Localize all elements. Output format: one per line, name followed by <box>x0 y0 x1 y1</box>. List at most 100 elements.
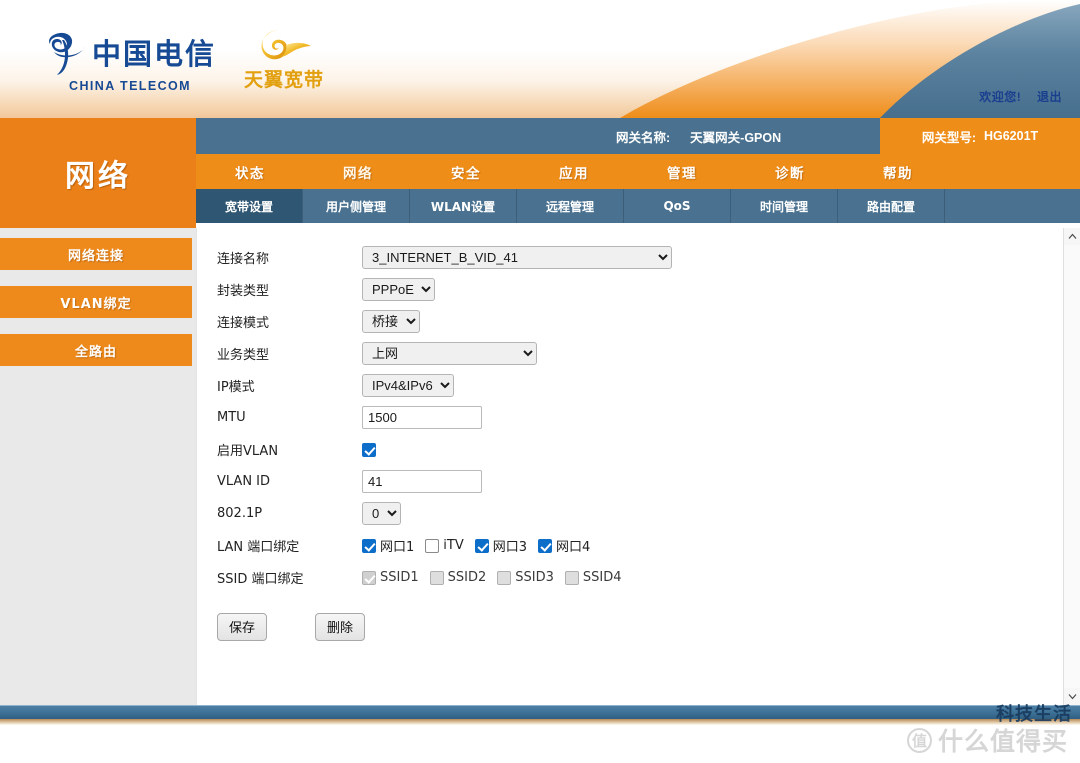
content-scrollbar[interactable] <box>1063 228 1080 705</box>
label-mtu: MTU <box>217 410 246 425</box>
row-mtu: MTU <box>217 402 917 433</box>
nav-item-security[interactable]: 安全 <box>412 154 520 189</box>
left-sidebar: 网络连接 VLAN绑定 全路由 <box>0 228 196 705</box>
logout-link[interactable]: 退出 <box>1037 90 1062 104</box>
lan-port-item-4[interactable]: 网口4 <box>538 536 590 555</box>
ssid-label-1: SSID1 <box>380 570 419 585</box>
ssid-port-binding-group: SSID1 SSID2 SSID3 SSID4 <box>362 570 633 585</box>
row-encapsulation-type: 封装类型 PPPoE <box>217 274 917 305</box>
nav-item-management[interactable]: 管理 <box>628 154 736 189</box>
label-lan-port-binding: LAN 端口绑定 <box>217 540 300 555</box>
mtu-input[interactable] <box>362 406 482 429</box>
top-banner: 中国电信 CHINA TELECOM 天翼宽带 欢迎您! 退出 <box>0 0 1080 118</box>
subnav-item-remote-management[interactable]: 远程管理 <box>517 189 624 223</box>
watermark: 值 什么值得买 <box>906 722 1068 758</box>
gateway-name-label: 网关名称: <box>616 130 671 145</box>
lan-port-item-itv[interactable]: iTV <box>425 538 464 553</box>
subnav-item-time-management[interactable]: 时间管理 <box>731 189 838 223</box>
main-navigation: 状态 网络 安全 应用 管理 诊断 帮助 <box>196 154 1080 189</box>
label-connection-mode: 连接模式 <box>217 316 270 331</box>
nav-item-application[interactable]: 应用 <box>520 154 628 189</box>
ssid-checkbox-4 <box>564 570 579 585</box>
dot1p-select[interactable]: 0 <box>362 502 401 525</box>
ssid-checkbox-2 <box>429 570 444 585</box>
row-connection-name: 连接名称 3_INTERNET_B_VID_41 <box>217 242 917 273</box>
row-vlan-id: VLAN ID <box>217 466 917 497</box>
nav-item-help[interactable]: 帮助 <box>844 154 952 189</box>
lan-port-checkbox-1[interactable] <box>362 538 376 553</box>
label-vlan-id: VLAN ID <box>217 474 271 489</box>
welcome-text: 欢迎您! <box>979 90 1022 104</box>
row-ssid-port-binding: SSID 端口绑定 SSID1 SSID2 SSID3 SSID4 <box>217 562 917 593</box>
label-ssid-port-binding: SSID 端口绑定 <box>217 572 304 587</box>
lan-port-binding-group: 网口1 iTV 网口3 网口4 <box>362 536 601 555</box>
form-actions: 保存 删除 <box>217 613 917 641</box>
save-button[interactable]: 保存 <box>217 613 268 641</box>
nav-main-spacer <box>952 154 1080 189</box>
label-encapsulation-type: 封装类型 <box>217 284 270 299</box>
ssid-label-4: SSID4 <box>582 570 622 585</box>
tianyi-swirl-icon <box>261 30 312 60</box>
chevron-up-icon <box>1068 233 1077 239</box>
vlan-id-input[interactable] <box>362 470 482 493</box>
lan-port-checkbox-4[interactable] <box>538 538 553 553</box>
row-lan-port-binding: LAN 端口绑定 网口1 iTV 网口3 网口4 <box>217 530 917 561</box>
ip-mode-select[interactable]: IPv4&IPv6 <box>362 374 454 397</box>
subnav-item-qos[interactable]: QoS <box>624 189 731 223</box>
welcome-area: 欢迎您! 退出 <box>979 88 1062 105</box>
label-ip-mode: IP模式 <box>217 380 255 395</box>
ssid-item-3: SSID3 <box>497 570 554 585</box>
brand-logos: 中国电信 CHINA TELECOM 天翼宽带 <box>44 28 324 93</box>
nav-item-network[interactable]: 网络 <box>304 154 412 189</box>
ssid-item-4: SSID4 <box>564 570 622 585</box>
lan-port-item-1[interactable]: 网口1 <box>362 536 414 555</box>
ssid-label-3: SSID3 <box>515 570 554 585</box>
delete-button[interactable]: 删除 <box>315 613 366 641</box>
label-enable-vlan: 启用VLAN <box>217 444 279 459</box>
ssid-checkbox-3 <box>497 570 512 585</box>
broadband-settings-form: 连接名称 3_INTERNET_B_VID_41 封装类型 PPPoE 连接模式 <box>217 242 917 641</box>
nav-item-diagnostics[interactable]: 诊断 <box>736 154 844 189</box>
gateway-name-block: 网关名称: 天翼网关-GPON <box>196 118 880 154</box>
scrollbar-track[interactable] <box>1064 245 1080 688</box>
row-service-type: 业务类型 上网 <box>217 338 917 369</box>
connection-name-select[interactable]: 3_INTERNET_B_VID_41 <box>362 246 672 269</box>
sidebar-item-full-routing[interactable]: 全路由 <box>0 334 192 366</box>
enable-vlan-checkbox[interactable] <box>362 442 376 457</box>
lan-port-label-itv: iTV <box>443 538 464 553</box>
subnav-item-broadband-settings[interactable]: 宽带设置 <box>196 189 303 223</box>
gateway-model-label: 网关型号: <box>921 130 976 145</box>
ssid-item-2: SSID2 <box>429 570 487 585</box>
scroll-up-button[interactable] <box>1064 228 1080 245</box>
row-ip-mode: IP模式 IPv4&IPv6 <box>217 370 917 401</box>
gateway-name-value: 天翼网关-GPON <box>690 130 782 145</box>
label-dot1p: 802.1P <box>217 506 263 521</box>
label-service-type: 业务类型 <box>217 348 270 363</box>
watermark-text: 什么值得买 <box>937 727 1068 756</box>
service-type-select[interactable]: 上网 <box>362 342 537 365</box>
gateway-model-value: HG6201T <box>983 129 1039 143</box>
china-telecom-logo: 中国电信 CHINA TELECOM <box>44 32 216 93</box>
tianyi-broadband-text: 天翼宽带 <box>244 69 325 91</box>
subnav-item-route-config[interactable]: 路由配置 <box>838 189 945 223</box>
ssid-checkbox-1 <box>362 570 376 585</box>
china-telecom-cn-text: 中国电信 <box>92 36 217 71</box>
ssid-label-2: SSID2 <box>447 570 487 585</box>
lan-port-item-3[interactable]: 网口3 <box>474 536 527 555</box>
sidebar-item-vlan-binding[interactable]: VLAN绑定 <box>0 286 192 318</box>
lan-port-checkbox-3[interactable] <box>474 538 489 553</box>
lan-port-checkbox-itv[interactable] <box>425 538 440 553</box>
nav-item-status[interactable]: 状态 <box>196 154 304 189</box>
section-title-network: 网络 <box>0 118 196 228</box>
subnav-item-wlan-settings[interactable]: WLAN设置 <box>410 189 517 223</box>
chevron-down-icon <box>1068 694 1077 700</box>
content-pane: 连接名称 3_INTERNET_B_VID_41 封装类型 PPPoE 连接模式 <box>196 228 1080 705</box>
connection-mode-select[interactable]: 桥接 <box>362 310 420 333</box>
ssid-item-1: SSID1 <box>362 570 419 585</box>
row-enable-vlan: 启用VLAN <box>217 434 917 465</box>
sub-navigation: 宽带设置 用户侧管理 WLAN设置 远程管理 QoS 时间管理 路由配置 <box>196 189 1080 223</box>
encapsulation-type-select[interactable]: PPPoE <box>362 278 435 301</box>
sidebar-item-network-connection[interactable]: 网络连接 <box>0 238 192 270</box>
nav-sub-spacer <box>945 189 1080 223</box>
subnav-item-user-side-management[interactable]: 用户侧管理 <box>303 189 410 223</box>
